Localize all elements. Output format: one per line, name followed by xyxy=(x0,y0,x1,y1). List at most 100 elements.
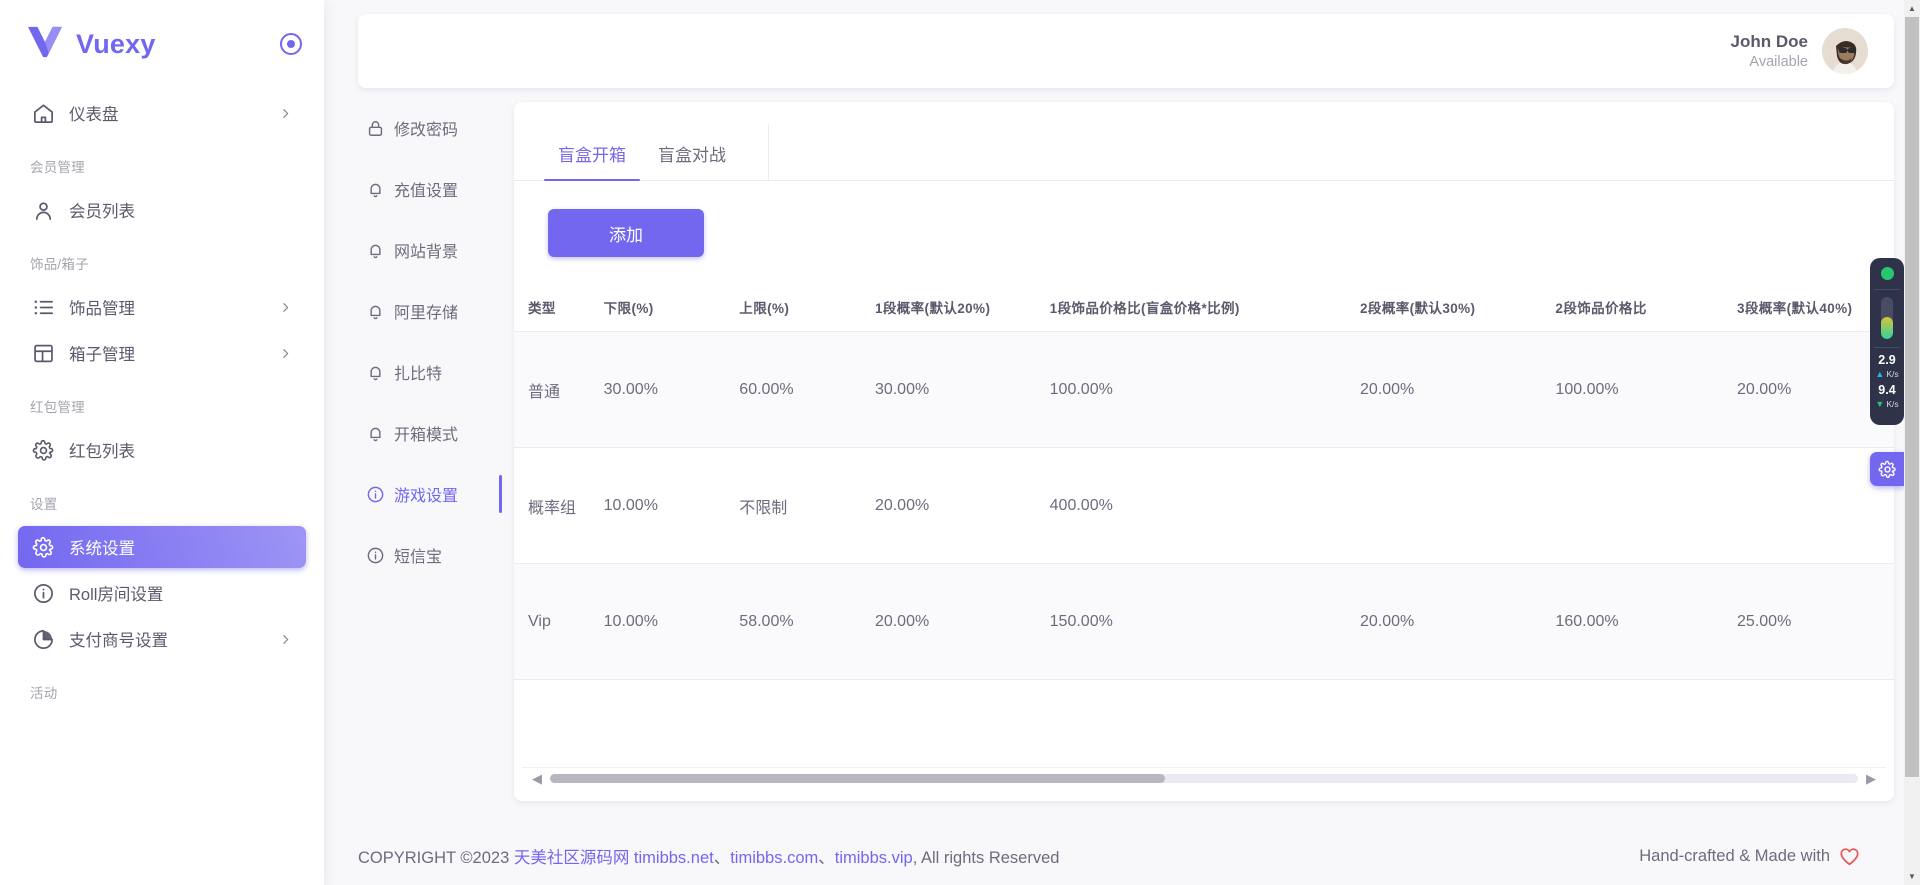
chevron-right-icon xyxy=(279,347,292,360)
scrollbar-thumb[interactable] xyxy=(550,774,1165,783)
gear-icon xyxy=(32,536,55,559)
download-speed-unit: ▼ K/s xyxy=(1875,398,1898,412)
cell-prob1: 30.00% xyxy=(875,332,1050,448)
subnav-item-open-box-mode[interactable]: 开箱模式 xyxy=(358,413,490,453)
sidebar-item-payment-merchant-settings[interactable]: 支付商号设置 xyxy=(18,618,306,660)
col-header-prob1: 1段概率(默认20%) xyxy=(875,283,1050,332)
link-timibbs-com[interactable]: timibbs.com xyxy=(730,849,818,867)
col-header-ratio2: 2段饰品价格比 xyxy=(1555,283,1737,332)
subnav-item-recharge-settings[interactable]: 充值设置 xyxy=(358,169,490,209)
subnav-item-change-password[interactable]: 修改密码 xyxy=(358,108,490,148)
user-meta: John Doe Available xyxy=(1731,31,1808,71)
upload-unit-label: K/s xyxy=(1886,368,1898,381)
vuexy-logo-svg xyxy=(26,25,64,59)
subnav-item-label: 修改密码 xyxy=(394,116,458,140)
tab-bar: 盲盒开箱 盲盒对战 xyxy=(514,102,1894,181)
subnav-item-label: 充值设置 xyxy=(394,177,458,201)
cell-prob2 xyxy=(1360,448,1555,564)
table-horizontal-scrollbar[interactable]: ◀ ▶ xyxy=(522,767,1886,789)
sidebar-item-member-list[interactable]: 会员列表 xyxy=(18,189,306,231)
cell-ratio1: 400.00% xyxy=(1050,448,1360,564)
sidebar-group-label-members: 会员管理 xyxy=(18,138,306,185)
add-button[interactable]: 添加 xyxy=(548,209,704,257)
sidebar-item-system-settings[interactable]: 系统设置 xyxy=(18,526,306,568)
upload-speed-group: 2.9 ▲ K/s xyxy=(1875,354,1898,381)
subnav-item-site-background[interactable]: 网站背景 xyxy=(358,230,490,270)
copyright-text: COPYRIGHT ©2023 天美社区源码网 timibbs.net、timi… xyxy=(358,844,1059,868)
pin-circle-icon[interactable] xyxy=(280,33,302,55)
tab-blind-box-opening[interactable]: 盲盒开箱 xyxy=(542,133,642,180)
subnav-item-ali-storage[interactable]: 阿里存储 xyxy=(358,291,490,331)
sep-1: 、 xyxy=(714,849,731,867)
download-speed-group: 9.4 ▼ K/s xyxy=(1875,384,1898,411)
table-scroll-container[interactable]: 类型 下限(%) 上限(%) 1段概率(默认20%) 1段饰品价格比(盲盒价格*… xyxy=(514,283,1894,767)
cell-ratio2: 100.00% xyxy=(1555,332,1737,448)
cell-type: 普通 xyxy=(514,332,604,448)
cell-prob2: 20.00% xyxy=(1360,564,1555,680)
table-header-row: 类型 下限(%) 上限(%) 1段概率(默认20%) 1段饰品价格比(盲盒价格*… xyxy=(514,283,1894,332)
lock-icon xyxy=(366,119,385,138)
user-name: John Doe xyxy=(1731,31,1808,53)
cell-prob3: 25.00% xyxy=(1737,564,1894,680)
main-area: 修改密码 充值设置 网站背景 阿里存储 xyxy=(324,88,1920,827)
avatar[interactable] xyxy=(1822,28,1868,74)
cell-lower: 10.00% xyxy=(604,564,740,680)
page-scrollbar-thumb[interactable] xyxy=(1905,17,1919,777)
cell-prob2: 20.00% xyxy=(1360,332,1555,448)
cell-upper: 58.00% xyxy=(739,564,875,680)
table-row[interactable]: Vip 10.00% 58.00% 20.00% 150.00% 20.00% … xyxy=(514,564,1894,680)
table-row[interactable]: 概率组 10.00% 不限制 20.00% 400.00% xyxy=(514,448,1894,564)
sidebar-item-item-management[interactable]: 饰品管理 xyxy=(18,286,306,328)
cell-ratio2 xyxy=(1555,448,1737,564)
tab-divider xyxy=(768,124,769,180)
sidebar-item-box-management[interactable]: 箱子管理 xyxy=(18,332,306,374)
user-menu[interactable]: John Doe Available xyxy=(1731,28,1868,74)
sidebar-item-roll-room-settings[interactable]: Roll房间设置 xyxy=(18,572,306,614)
sidebar-item-redpacket-list[interactable]: 红包列表 xyxy=(18,429,306,471)
footer-credit-text: Hand-crafted & Made with xyxy=(1639,847,1830,866)
sidebar-item-dashboard[interactable]: 仪表盘 xyxy=(18,92,306,134)
link-timibbs-net[interactable]: timibbs.net xyxy=(634,849,714,867)
page-scrollbar-track[interactable] xyxy=(1904,17,1920,868)
pie-icon xyxy=(32,628,55,651)
tab-blind-box-battle[interactable]: 盲盒对战 xyxy=(642,133,742,180)
bell-icon xyxy=(366,302,385,321)
brand-name: Vuexy xyxy=(76,29,268,60)
sidebar-item-label: 支付商号设置 xyxy=(69,627,265,651)
table-row[interactable]: 普通 30.00% 60.00% 30.00% 100.00% 20.00% 1… xyxy=(514,332,1894,448)
subnav-item-label: 短信宝 xyxy=(394,543,442,567)
theme-customizer-button[interactable] xyxy=(1870,452,1904,486)
col-header-ratio1: 1段饰品价格比(盲盒价格*比例) xyxy=(1050,283,1360,332)
scroll-left-arrow[interactable]: ◀ xyxy=(532,772,542,785)
vuexy-logo-icon xyxy=(26,25,64,64)
sidebar: Vuexy 仪表盘 会员管理 会员列表 饰品/箱子 饰品管理 xyxy=(0,0,324,885)
sidebar-item-label: 会员列表 xyxy=(69,198,292,222)
settings-subnav: 修改密码 充值设置 网站背景 阿里存储 xyxy=(358,88,490,827)
game-settings-card: 盲盒开箱 盲盒对战 添加 类型 xyxy=(514,102,1894,801)
table-head: 类型 下限(%) 上限(%) 1段概率(默认20%) 1段饰品价格比(盲盒价格*… xyxy=(514,283,1894,332)
network-monitor-widget[interactable]: 2.9 ▲ K/s 9.4 ▼ K/s xyxy=(1870,258,1904,425)
subnav-item-game-settings[interactable]: 游戏设置 xyxy=(358,474,490,514)
scrollbar-up-arrow[interactable]: ▲ xyxy=(1904,0,1920,17)
cell-lower: 30.00% xyxy=(604,332,740,448)
footer-credit: Hand-crafted & Made with xyxy=(1639,847,1886,866)
link-timibbs-vip[interactable]: timibbs.vip xyxy=(835,849,913,867)
list-icon xyxy=(32,296,55,319)
subnav-item-zabbit[interactable]: 扎比特 xyxy=(358,352,490,392)
sidebar-group-label-redpacket: 红包管理 xyxy=(18,378,306,425)
link-source-site[interactable]: 天美社区源码网 xyxy=(514,849,630,867)
scrollbar-down-arrow[interactable]: ▼ xyxy=(1904,868,1920,885)
cell-lower: 10.00% xyxy=(604,448,740,564)
scrollbar-track[interactable] xyxy=(550,774,1858,783)
col-header-type: 类型 xyxy=(514,283,604,332)
heart-icon xyxy=(1839,847,1860,866)
scroll-right-arrow[interactable]: ▶ xyxy=(1866,772,1876,785)
sidebar-item-label: Roll房间设置 xyxy=(69,581,292,605)
sidebar-group-label-activity: 活动 xyxy=(18,664,306,711)
page-scrollbar[interactable]: ▲ ▼ xyxy=(1904,0,1920,885)
sidebar-item-label: 仪表盘 xyxy=(69,101,265,125)
subnav-item-sms-treasure[interactable]: 短信宝 xyxy=(358,535,490,575)
sidebar-item-label: 红包列表 xyxy=(69,438,292,462)
avatar-illustration xyxy=(1822,28,1868,74)
col-header-prob2: 2段概率(默认30%) xyxy=(1360,283,1555,332)
